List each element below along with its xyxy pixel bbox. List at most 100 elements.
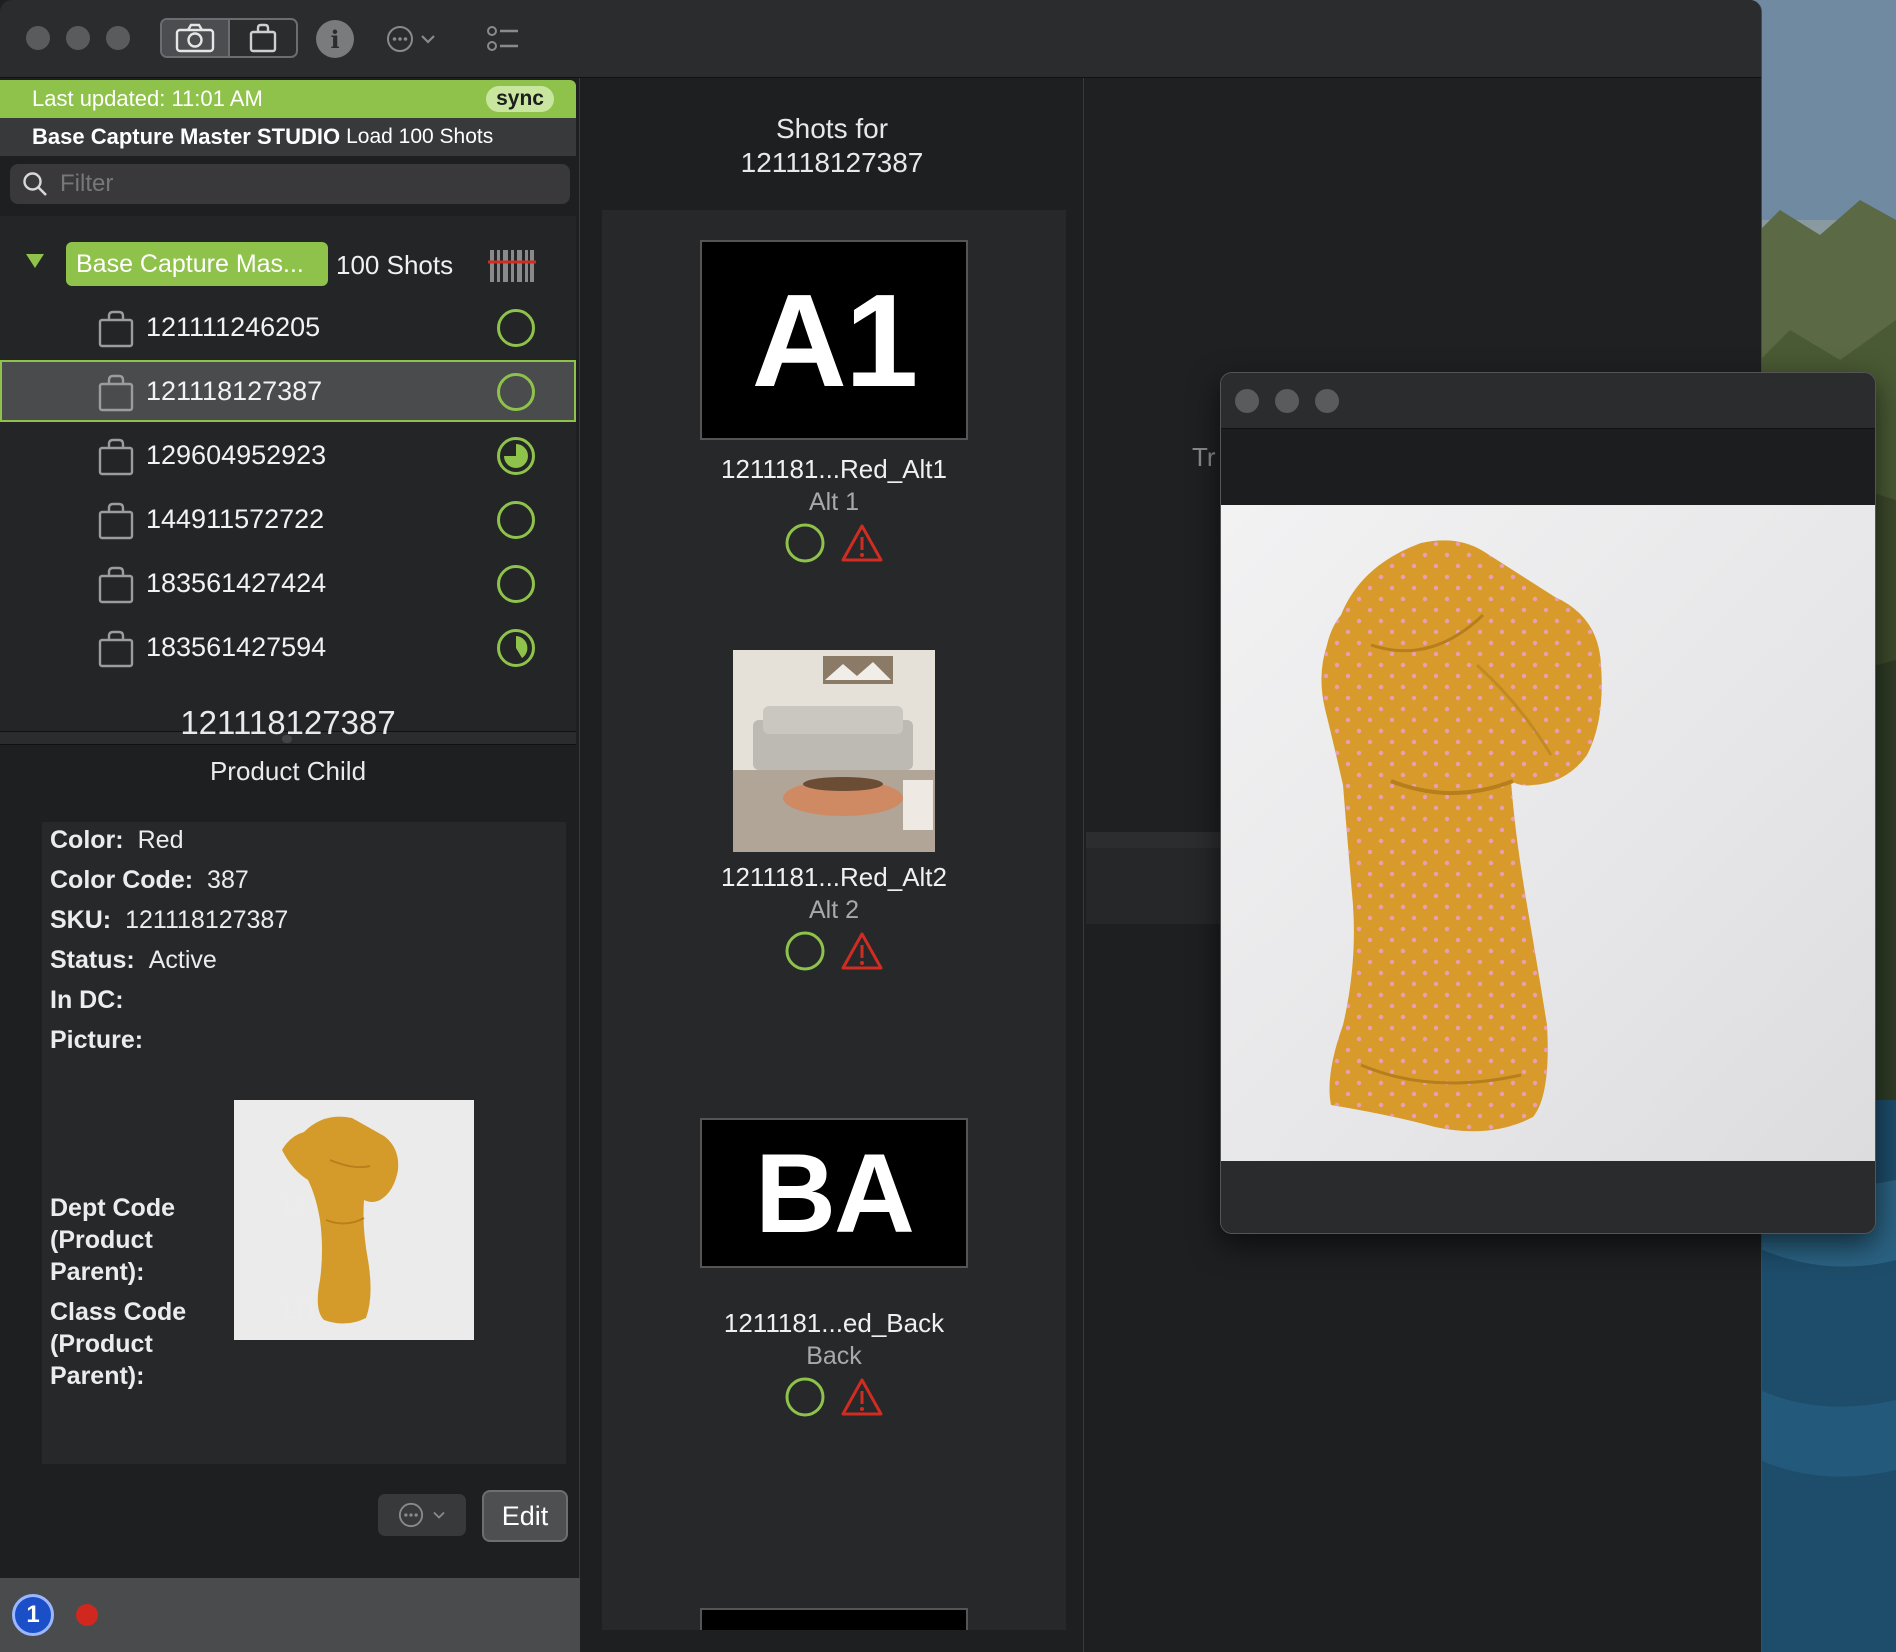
bag-icon (249, 23, 277, 53)
more-icon (398, 1502, 424, 1528)
dress-image (234, 1100, 474, 1340)
titlebar: i (0, 0, 1761, 78)
tree-item-label: 144911572722 (146, 504, 325, 534)
attribute-panel: Color: Red Color Code: 387 SKU: 12111812738… (42, 822, 566, 1464)
attr-sku: SKU: 121118127387 (50, 906, 289, 934)
preview-image (1221, 505, 1875, 1161)
disclosure-triangle-icon[interactable] (26, 254, 44, 268)
close-window-button[interactable] (26, 26, 50, 50)
close-window-button[interactable] (1235, 389, 1259, 413)
attr-class-code-label: Class Code (Product Parent): (50, 1298, 187, 1390)
tree-item[interactable]: 183561427424 (0, 552, 576, 614)
studio-row: Base Capture Master STUDIO Load 100 Shot… (0, 118, 576, 156)
shot-name: 1211181...Red_Alt2 (721, 862, 947, 892)
more-icon (387, 26, 413, 52)
info-icon[interactable]: i (316, 20, 354, 58)
sidebar: Last updated: 11:01 AM sync Base Capture… (0, 78, 580, 1652)
load-shots-button[interactable]: Load 100 Shots (346, 125, 493, 149)
tree-group[interactable]: Base Capture Mas... 100 Shots (0, 242, 576, 290)
preview-footer (1221, 1161, 1875, 1233)
tree-item[interactable]: 144911572722 (0, 488, 576, 550)
attr-in-dc: In DC: (50, 986, 124, 1014)
camera-icon (175, 23, 215, 53)
minimize-window-button[interactable] (1275, 389, 1299, 413)
bag-icon (98, 310, 134, 348)
detail-more-menu[interactable] (378, 1494, 466, 1536)
zoom-window-button[interactable] (106, 26, 130, 50)
status-empty-icon (497, 373, 535, 411)
barcode-strike-icon[interactable] (488, 248, 536, 284)
view-mode-segmented-control (160, 18, 298, 58)
bag-icon (98, 566, 134, 604)
tree-item[interactable]: 129604952923 (0, 424, 576, 486)
onepassword-icon[interactable]: 1 (12, 1594, 54, 1636)
record-indicator-icon (76, 1604, 98, 1626)
shot-name: 1211181...ed_Back (723, 1308, 945, 1338)
tree-item-label: 121118127387 (146, 376, 323, 406)
bag-icon (98, 374, 134, 412)
attr-picture: Picture: (50, 1026, 144, 1054)
tree-item-selected[interactable]: 121118127387 (0, 360, 576, 422)
preview-toolbar (1221, 429, 1875, 505)
bag-icon (98, 630, 134, 668)
detail-subtitle: Product Child (209, 756, 367, 786)
chevron-down-icon (433, 1511, 445, 1519)
warning-icon[interactable] (840, 522, 884, 564)
dress-image (1321, 540, 1602, 1132)
inspector-hint-text: Tr (1192, 442, 1216, 472)
tree-item-label: 121111246205 (146, 312, 321, 342)
search-icon (23, 172, 47, 196)
status-empty-icon (497, 309, 535, 347)
warning-icon[interactable] (840, 1376, 884, 1418)
tree-item[interactable]: 183561427594 (0, 616, 576, 678)
shots-list: A1 1211181...Red_Alt1 Alt 1 1211181...Re… (602, 210, 1066, 1630)
shot-tile: A1 (700, 240, 968, 440)
chevron-down-icon (421, 35, 435, 44)
status-empty-icon (497, 565, 535, 603)
shots-pane: Shots for 121118127387 A1 1211181...Red_… (582, 78, 1084, 1652)
filter-field[interactable] (10, 164, 570, 204)
bag-icon (98, 438, 134, 476)
shot-alt: Alt 1 (808, 488, 860, 516)
last-updated-text: Last updated: 11:01 AM (32, 86, 263, 111)
studio-name: Base Capture Master STUDIO (32, 124, 341, 149)
attr-color: Color: Red (50, 826, 184, 854)
status-empty-icon (497, 501, 535, 539)
minimize-window-button[interactable] (66, 26, 90, 50)
sync-button[interactable]: sync (486, 86, 554, 112)
shot-alt: Back (806, 1342, 862, 1370)
shot-tile-partial (700, 1608, 968, 1630)
tree-item[interactable]: 121111246205 (0, 296, 576, 358)
filter-input[interactable] (60, 170, 540, 198)
attr-class-code-value: 111 (280, 1296, 319, 1324)
shot-tile: BA (700, 1118, 968, 1268)
group-label[interactable]: Base Capture Mas... (66, 242, 328, 286)
status-empty-icon (785, 1377, 825, 1417)
checklist-button[interactable] (486, 24, 520, 59)
tree-item-label: 183561427424 (146, 568, 327, 598)
shots-title: Shots for 121118127387 (740, 113, 924, 178)
group-count: 100 Shots (336, 250, 454, 280)
product-picture (234, 1100, 474, 1340)
warning-icon[interactable] (840, 930, 884, 972)
status-empty-icon (785, 931, 825, 971)
living-room-thumbnail (733, 650, 935, 852)
shot-name: 1211181...Red_Alt1 (721, 454, 947, 484)
status-bar: 1 (0, 1578, 580, 1652)
image-preview-window (1220, 372, 1876, 1234)
detail-title: 121118127387 (180, 704, 396, 741)
product-mode-button[interactable] (230, 20, 296, 56)
tree-item-label: 183561427594 (146, 632, 327, 662)
shot-tree: Base Capture Mas... 100 Shots 1211112462… (0, 216, 576, 731)
status-empty-icon (785, 523, 825, 563)
checklist-icon (487, 26, 518, 51)
attr-dept-code-value: 12 (280, 1192, 308, 1220)
preview-titlebar (1221, 373, 1875, 429)
camera-mode-button[interactable] (162, 20, 230, 56)
sync-status-bar: Last updated: 11:01 AM sync (0, 80, 576, 118)
attr-color-code: Color Code: 387 (50, 866, 249, 894)
tree-item-label: 129604952923 (146, 440, 327, 470)
zoom-window-button[interactable] (1315, 389, 1339, 413)
edit-button[interactable]: Edit (482, 1490, 568, 1542)
more-actions-menu[interactable] (386, 25, 436, 53)
